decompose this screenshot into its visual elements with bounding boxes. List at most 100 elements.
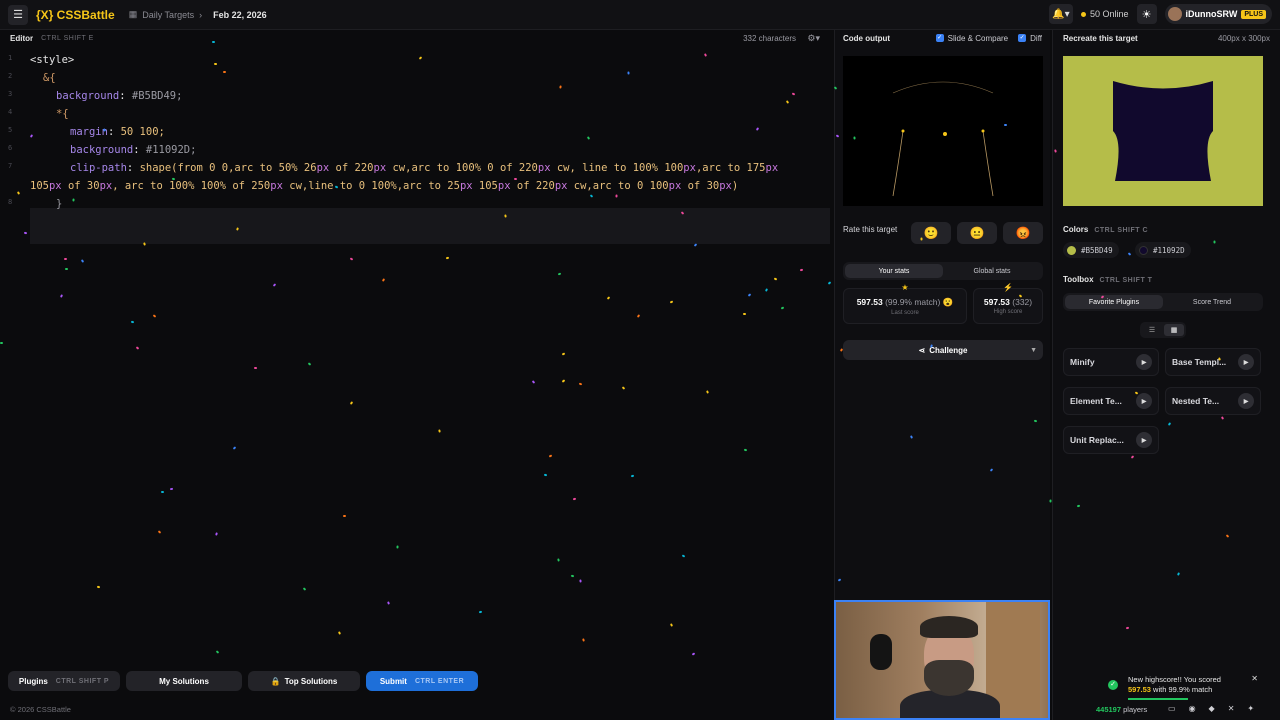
play-icon[interactable]: ▶ <box>1136 393 1152 409</box>
confetti-piece <box>920 237 923 241</box>
target-title: Recreate this target <box>1063 33 1138 43</box>
logo[interactable]: {X} CSSBattle <box>36 8 115 22</box>
avatar <box>1167 7 1182 21</box>
confetti-piece <box>211 40 216 44</box>
confetti-piece <box>570 574 575 578</box>
confetti-piece <box>557 558 560 562</box>
code-line: 105px of 30px, arc to 100% 100% of 250px… <box>30 180 739 192</box>
share-icon: ⋖ <box>918 345 926 355</box>
confetti-piece <box>63 257 68 261</box>
code-line: *{ <box>56 108 69 120</box>
rate-angry-icon[interactable]: 😡 <box>1003 222 1043 244</box>
plugin-nested-template[interactable]: Nested Te... ▶ <box>1165 387 1261 415</box>
target-image[interactable] <box>1063 56 1263 206</box>
breadcrumb-date[interactable]: Feb 22, 2026 <box>213 10 267 20</box>
top-solutions-button[interactable]: 🔒 Top Solutions <box>248 671 360 691</box>
bluesky-icon[interactable]: ✦ <box>1247 704 1254 713</box>
toolbox-title: Toolbox CTRL SHIFT T <box>1063 275 1153 284</box>
confetti-piece <box>72 198 75 202</box>
confetti-piece <box>627 71 630 75</box>
lock-icon: 🔒 <box>270 676 281 686</box>
color-swatch[interactable]: #B5BD49 <box>1063 242 1119 258</box>
my-solutions-button[interactable]: My Solutions <box>126 671 242 691</box>
color-dot-icon <box>1067 245 1076 255</box>
chat-icon[interactable]: ▭ <box>1168 704 1176 713</box>
confetti-piece <box>0 342 3 344</box>
rate-happy-icon[interactable]: 🙂 <box>911 222 951 244</box>
confetti-piece <box>853 136 856 140</box>
confetti-piece <box>1213 240 1216 244</box>
confetti-piece <box>438 429 441 433</box>
color-swatch[interactable]: #11092D <box>1135 242 1191 258</box>
high-score-card: ⚡ 597.53 (332) High score <box>973 283 1043 324</box>
confetti-piece <box>253 366 258 370</box>
discord-icon[interactable]: ◉ <box>1189 704 1196 713</box>
tab-score-trend[interactable]: Score Trend <box>1163 295 1261 309</box>
breadcrumb-daily-targets[interactable]: Daily Targets <box>142 10 194 20</box>
code-line: <style> <box>30 54 75 66</box>
plugin-minify[interactable]: Minify ▶ <box>1063 348 1159 376</box>
confetti-piece <box>513 177 518 181</box>
confetti-piece <box>504 214 507 218</box>
line-number: 8 <box>8 198 13 206</box>
plugin-unit-replacer[interactable]: Unit Replac... ▶ <box>1063 426 1159 454</box>
user-menu[interactable]: iDunnoSRW PLUS <box>1164 4 1272 24</box>
target-shape <box>1113 81 1213 181</box>
plugins-button[interactable]: Plugins CTRL SHIFT P <box>8 671 120 691</box>
close-icon[interactable]: ✕ <box>1251 674 1258 683</box>
theme-toggle-sun-icon[interactable]: ☀ <box>1136 4 1157 24</box>
check-circle-icon: ✓ <box>1108 680 1118 690</box>
play-icon[interactable]: ▶ <box>1136 354 1152 370</box>
tab-global-stats[interactable]: Global stats <box>943 264 1041 278</box>
webcam-person-beard <box>924 660 974 696</box>
bookmark-icon[interactable]: ◆ <box>1209 704 1215 713</box>
line-number: 3 <box>8 90 13 98</box>
list-view-icon[interactable]: ☰ <box>1142 324 1162 336</box>
chevron-down-icon[interactable]: ▼ <box>1030 347 1037 354</box>
target-header: Recreate this target 400px x 300px <box>1053 30 1280 46</box>
checkbox-checked-icon[interactable]: ✓ <box>935 34 944 42</box>
confetti-piece <box>213 62 218 66</box>
challenge-button[interactable]: ⋖ Challenge ▼ <box>843 340 1043 360</box>
grid-view-icon[interactable]: ▦ <box>1164 324 1184 336</box>
plugin-element-template[interactable]: Element Te... ▶ <box>1063 387 1159 415</box>
confetti-piece <box>130 320 135 324</box>
play-icon[interactable]: ▶ <box>1136 432 1152 448</box>
plugin-base-template[interactable]: Base Templ... ▶ <box>1165 348 1261 376</box>
notification-bell-icon[interactable]: 🔔▾ <box>1048 4 1073 24</box>
toolbox-tabs: Favorite Plugins Score Trend <box>1063 293 1263 311</box>
colors-title: Colors CTRL SHIFT C <box>1063 225 1149 234</box>
editor-header: Editor CTRL SHIFT E 332 characters ⚙▾ <box>0 30 832 46</box>
submit-button[interactable]: Submit CTRL ENTER <box>366 671 478 691</box>
hamburger-menu-icon[interactable]: ☰ <box>8 4 28 25</box>
top-bar: ☰ {X} CSSBattle ▦ Daily Targets › Feb 22… <box>0 0 1280 30</box>
header-actions: 🔔▾ 50 Online ☀ iDunnoSRW PLUS <box>1048 4 1272 24</box>
slide-compare-toggle[interactable]: ✓ Slide & Compare <box>935 34 1008 43</box>
tab-your-stats[interactable]: Your stats <box>845 264 943 278</box>
last-score-value: 597.53 (99.9% match) 😮 <box>856 296 954 307</box>
checkbox-checked-icon[interactable]: ✓ <box>1018 34 1027 42</box>
play-icon[interactable]: ▶ <box>1238 393 1254 409</box>
play-icon[interactable]: ▶ <box>1238 354 1254 370</box>
diff-toggle[interactable]: ✓ Diff <box>1018 34 1042 43</box>
online-dot-icon <box>1080 11 1086 17</box>
code-editor[interactable]: 1 2 3 4 5 6 7 8 <style> &{ background: #… <box>0 50 832 660</box>
x-twitter-icon[interactable]: ✕ <box>1228 704 1235 713</box>
tab-favorite-plugins[interactable]: Favorite Plugins <box>1065 295 1163 309</box>
gear-icon[interactable]: ⚙▾ <box>807 33 820 44</box>
target-size: 400px x 300px <box>1217 33 1270 43</box>
confetti-piece <box>1004 124 1007 126</box>
confetti-piece <box>396 545 399 549</box>
webcam-person-hair <box>920 616 978 638</box>
toast-progress <box>1128 698 1188 700</box>
rate-neutral-icon[interactable]: 😐 <box>957 222 997 244</box>
breadcrumb: ▦ Daily Targets › Feb 22, 2026 <box>129 9 267 20</box>
code-output-preview[interactable] <box>843 56 1043 206</box>
high-score-label: High score <box>993 309 1023 315</box>
confetti-piece <box>171 177 176 181</box>
target-panel: Recreate this target 400px x 300px Color… <box>1052 30 1280 720</box>
line-number: 6 <box>8 144 13 152</box>
headset-icon <box>870 634 892 670</box>
confetti-piece <box>543 473 548 477</box>
stats-tabs: Your stats Global stats <box>843 262 1043 280</box>
